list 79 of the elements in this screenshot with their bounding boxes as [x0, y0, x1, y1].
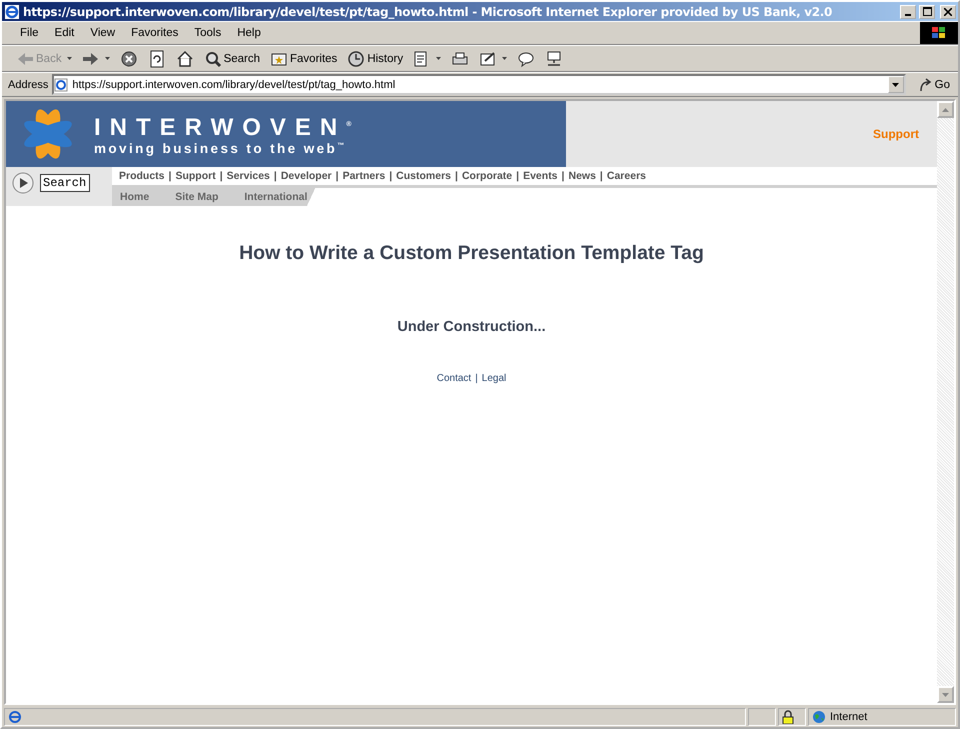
address-label: Address	[8, 78, 48, 90]
logo-tagline: moving business to the web$^{™}$	[94, 141, 346, 156]
separator: |	[475, 373, 478, 384]
footer-link[interactable]: Contact	[436, 373, 472, 384]
nav-link[interactable]: Products	[119, 170, 165, 182]
nav-link[interactable]: Corporate	[462, 170, 512, 182]
scrollbar[interactable]	[937, 101, 954, 703]
refresh-icon	[148, 50, 166, 68]
construction-notice: Under Construction...	[396, 319, 547, 335]
go-icon[interactable]	[12, 172, 34, 194]
nav-link[interactable]: Support	[175, 170, 216, 182]
maximize-icon	[922, 7, 932, 16]
status-panel	[748, 708, 776, 726]
scroll-up-button[interactable]	[937, 101, 954, 118]
separator: |	[562, 170, 564, 182]
lock-icon	[782, 710, 794, 724]
separator: |	[389, 170, 392, 182]
home-icon	[176, 50, 194, 68]
globe-icon	[812, 710, 826, 724]
down-arrow-icon	[942, 692, 949, 696]
separator: |	[274, 170, 277, 182]
separator: |	[336, 170, 339, 182]
stop-icon	[120, 50, 138, 68]
up-arrow-icon	[942, 108, 949, 112]
pencil-icon	[479, 50, 498, 68]
menu-item[interactable]: Tools	[186, 25, 230, 41]
nav-link[interactable]: News	[568, 170, 596, 182]
browser-icon	[4, 4, 20, 20]
separator: |	[220, 170, 223, 182]
close-icon	[944, 8, 952, 16]
address-field[interactable]: https://support.interwoven.com/library/devel/test/pt/tag_howto.html	[52, 74, 906, 95]
close-button[interactable]	[940, 4, 956, 18]
speech-bubble-icon	[517, 50, 536, 68]
menu-item[interactable]: File	[12, 25, 47, 41]
search-button[interactable]: Search	[200, 48, 264, 68]
window-title: https://support.interwoven.com/library/devel/test/pt/tag_howto.html - Microsoft Internet Explorer provided by US Bank, v2.0	[23, 4, 834, 18]
section-title: Support	[873, 127, 919, 141]
separator: |	[455, 170, 458, 182]
subnav-link[interactable]: Home	[120, 191, 150, 203]
minimize-icon	[905, 14, 911, 16]
monitor-icon	[545, 50, 564, 68]
windows-logo	[920, 22, 958, 44]
page-icon	[54, 78, 68, 92]
caret-icon[interactable]	[104, 57, 110, 60]
logo-wordmark: INTERWOVEN$^{®}$	[94, 113, 352, 141]
caret-icon[interactable]	[502, 57, 508, 60]
separator: |	[168, 170, 172, 182]
menu-item[interactable]: Help	[229, 25, 269, 41]
subnav-link[interactable]: International	[244, 191, 308, 203]
separator: |	[516, 170, 520, 182]
subnav-link[interactable]: Site Map	[175, 191, 218, 203]
menu-item[interactable]: Favorites	[123, 25, 186, 41]
nav-link[interactable]: Services	[226, 170, 270, 182]
minimize-button[interactable]	[900, 4, 916, 18]
footer-link[interactable]: Legal	[482, 373, 506, 384]
nav-link[interactable]: Developer	[280, 170, 332, 182]
dropdown-button[interactable]	[888, 76, 904, 93]
page-heading: How to Write a Custom Presentation Template Tag	[238, 242, 705, 265]
nav-link[interactable]: Careers	[606, 170, 646, 182]
printer-icon	[451, 50, 470, 68]
nav-link[interactable]: Events	[523, 170, 558, 182]
page-icon	[8, 710, 22, 724]
menu-item[interactable]: View	[82, 25, 124, 41]
go-button[interactable]: Go	[910, 78, 958, 92]
curved-arrow-icon	[918, 78, 932, 92]
caret-icon	[892, 82, 900, 86]
menu-item[interactable]: Edit	[46, 25, 82, 41]
caret-icon[interactable]	[436, 57, 442, 60]
clock-icon	[347, 50, 366, 68]
nav-link[interactable]: Partners	[342, 170, 386, 182]
zone-label: Internet	[830, 711, 868, 723]
search-icon	[204, 50, 222, 68]
separator: |	[600, 170, 603, 182]
nav-link[interactable]: Customers	[396, 170, 451, 182]
history-button[interactable]: History	[343, 48, 408, 68]
scroll-down-button[interactable]	[937, 686, 954, 703]
favorites-button[interactable]: Favorites	[266, 48, 342, 68]
search-field[interactable]: Search	[40, 174, 90, 192]
maximize-button[interactable]	[919, 4, 935, 18]
